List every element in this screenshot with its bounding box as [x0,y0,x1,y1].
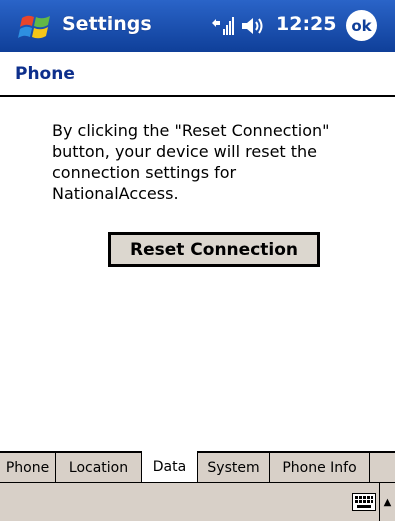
tab-phone[interactable]: Phone [0,453,56,482]
tab-strip: Phone Location Data System Phone Info [0,451,395,482]
speaker-icon[interactable] [240,15,266,37]
tab-system[interactable]: System [198,453,270,482]
up-arrow-icon[interactable]: ▲ [379,483,395,521]
tab-location[interactable]: Location [56,453,142,482]
tab-phone-info[interactable]: Phone Info [270,453,370,482]
signal-icon[interactable] [210,15,234,37]
page-header: Phone [0,52,395,97]
tab-data[interactable]: Data [142,451,198,482]
windows-flag-icon[interactable] [18,10,54,44]
keyboard-icon[interactable] [352,493,376,511]
reset-connection-button[interactable]: Reset Connection [108,232,320,267]
description-text: By clicking the "Reset Connection" butto… [52,120,382,204]
clock[interactable]: 12:25 [276,13,336,35]
app-title: Settings [62,13,152,35]
description-line: button, your device will reset the [52,142,318,161]
command-bar: ▲ [0,482,395,521]
description-line: connection settings for [52,163,237,182]
description-line: By clicking the "Reset Connection" [52,121,330,140]
title-bar: Settings 12:25 ok [0,0,395,52]
description-line: NationalAccess. [52,184,179,203]
ok-button[interactable]: ok [346,10,377,41]
page-title: Phone [15,64,75,84]
